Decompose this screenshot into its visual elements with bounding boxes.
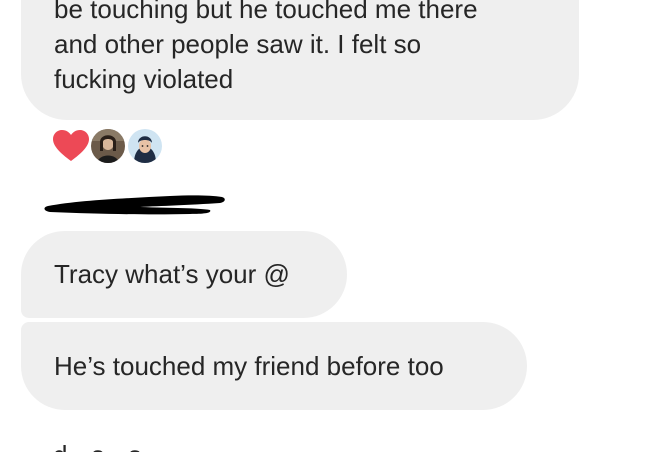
message-text-line: fucking violated — [54, 64, 234, 94]
avatar-photo-2 — [128, 129, 162, 163]
reactor-avatar[interactable] — [126, 127, 164, 165]
redacted-sender-name — [44, 195, 225, 215]
avatar-photo-1 — [91, 129, 125, 163]
next-sender-label-partial: d o s — [53, 438, 149, 452]
message-reactions[interactable] — [52, 127, 164, 165]
message-text: Tracy what’s your @ — [54, 259, 290, 289]
chat-screen: be touching but he touched me there and … — [0, 0, 648, 452]
reactor-avatar[interactable] — [89, 127, 127, 165]
message-text-line: and other people saw it. I felt so — [54, 29, 422, 59]
heart-icon — [53, 130, 89, 161]
message-text-line: be touching but he touched me there — [54, 0, 478, 24]
message-bubble-received[interactable]: be touching but he touched me there and … — [21, 0, 579, 120]
message-bubble-received[interactable]: He’s touched my friend before too — [21, 322, 527, 410]
message-text: He’s touched my friend before too — [54, 351, 444, 381]
message-bubble-received[interactable]: Tracy what’s your @ — [21, 231, 347, 318]
